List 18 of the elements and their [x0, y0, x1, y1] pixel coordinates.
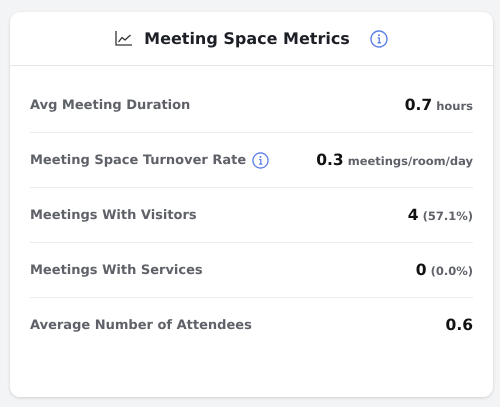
metric-label: Avg Meeting Duration [30, 98, 190, 112]
metric-value: 0.3 [316, 151, 344, 169]
metric-value: 0.7 [404, 96, 432, 114]
info-icon[interactable] [252, 152, 270, 168]
metric-label: Meetings With Visitors [30, 208, 197, 222]
metric-value: 0 [416, 261, 427, 279]
metric-value: 4 [408, 206, 419, 224]
metric-value: 0.6 [446, 316, 473, 334]
metric-unit: (0.0%) [430, 264, 473, 278]
metric-label: Meeting Space Turnover Rate [30, 152, 246, 168]
metric-unit: meetings/room/day [348, 154, 473, 168]
info-icon[interactable] [370, 30, 388, 48]
line-chart-icon [115, 31, 132, 46]
card-title: Meeting Space Metrics [144, 29, 350, 48]
metric-unit: hours [436, 99, 473, 113]
metric-label: Average Number of Attendees [30, 318, 252, 332]
metric-label: Meetings With Services [30, 262, 203, 278]
metric-unit: (57.1%) [422, 209, 473, 223]
